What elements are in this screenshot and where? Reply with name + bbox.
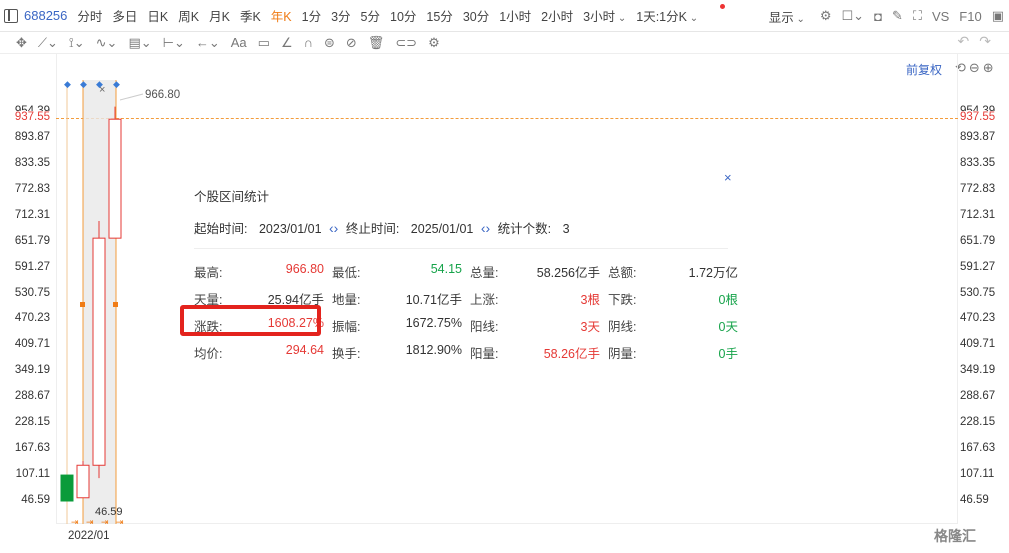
range-selector: 起始时间: 2023/01/01 ‹› 终止时间: 2025/01/01 ‹› … — [194, 218, 570, 237]
stat-label: 下跌: — [608, 293, 637, 307]
end-label: 终止时间: — [345, 222, 400, 236]
stat-label: 总量: — [470, 266, 499, 280]
high-leader-line — [119, 93, 144, 101]
handle-icon: ◆ — [64, 79, 71, 89]
drag-handle-icon — [80, 302, 85, 307]
stat-label: 阴量: — [608, 347, 637, 361]
range-arrow-icon: ⇥ — [71, 517, 79, 527]
start-adjust-icon[interactable]: ‹› — [329, 220, 338, 236]
candle-body — [92, 237, 106, 466]
stat-value: 58.26亿手 — [543, 347, 600, 361]
range-arrow-icon: ⇥ — [116, 517, 124, 527]
stat-value: 1672.75% — [405, 316, 462, 330]
range-stats-panel: 个股区间统计 × 起始时间: 2023/01/01 ‹› 终止时间: 2025/… — [174, 166, 746, 370]
stat-label: 阴线: — [608, 320, 637, 334]
candle-body — [60, 474, 74, 502]
count-value: 3 — [562, 222, 570, 236]
stat-value: 0天 — [718, 320, 738, 334]
panel-title: 个股区间统计 — [194, 190, 270, 204]
range-arrow-icon: ⇥ — [101, 517, 109, 527]
stat-value: 3天 — [580, 320, 600, 334]
stat-label: 换手: — [332, 347, 361, 361]
stat-value: 1812.90% — [405, 343, 462, 357]
stat-value: 294.64 — [285, 343, 324, 357]
handle-icon: ◆ — [113, 79, 120, 89]
end-adjust-icon[interactable]: ‹› — [481, 220, 490, 236]
low-price-label: 46.59 — [95, 506, 123, 518]
stat-label: 均价: — [194, 347, 223, 361]
stat-value: 58.256亿手 — [536, 266, 600, 280]
close-icon[interactable]: × — [724, 170, 732, 185]
stat-value: 1.72万亿 — [688, 266, 738, 280]
stat-label: 上涨: — [470, 293, 499, 307]
end-value[interactable]: 2025/01/01 — [411, 222, 474, 236]
count-label: 统计个数: — [497, 222, 552, 236]
high-price-label: 966.80 — [145, 89, 181, 101]
stat-value: 3根 — [580, 293, 600, 307]
start-label: 起始时间: — [194, 222, 248, 236]
stat-label: 振幅: — [332, 320, 361, 334]
start-value[interactable]: 2023/01/01 — [259, 222, 322, 236]
stat-value: 0根 — [718, 293, 738, 307]
highlight-box — [180, 305, 321, 336]
stat-label: 地量: — [332, 293, 361, 307]
watermark: 格隆汇 — [934, 528, 976, 544]
range-arrow-icon: ⇥ — [86, 517, 94, 527]
stat-label: 最低: — [332, 266, 361, 280]
remove-selection-icon: × — [99, 84, 105, 96]
handle-icon: ◆ — [80, 79, 87, 89]
candle-body — [76, 464, 90, 499]
stat-value: 0手 — [718, 347, 738, 361]
stat-value: 966.80 — [285, 262, 324, 276]
panel-divider — [194, 248, 728, 249]
stat-value: 10.71亿手 — [405, 293, 462, 307]
stat-label: 阳量: — [470, 347, 499, 361]
stat-label: 总额: — [608, 266, 637, 280]
drag-handle-icon — [113, 302, 118, 307]
stat-label: 阳线: — [470, 320, 499, 334]
stat-value: 54.15 — [430, 262, 462, 276]
candle-body — [108, 118, 122, 239]
stat-label: 最高: — [194, 266, 223, 280]
